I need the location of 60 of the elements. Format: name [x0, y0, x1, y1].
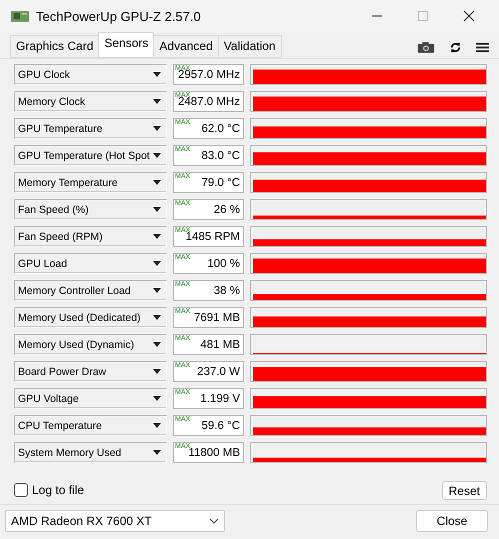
tab[interactable]: Sensors — [98, 32, 154, 57]
sensor-dropdown[interactable]: System Memory Used — [14, 442, 167, 463]
checkbox[interactable] — [14, 483, 28, 497]
dropdown-arrow-icon — [153, 369, 161, 374]
close-button[interactable]: Close — [416, 510, 488, 532]
sensor-dropdown[interactable]: GPU Clock — [14, 64, 167, 85]
sensor-dropdown[interactable]: GPU Load — [14, 253, 167, 274]
device-dropdown[interactable]: AMD Radeon RX 7600 XT — [5, 510, 225, 532]
dropdown-arrow-icon — [153, 72, 161, 77]
sensor-value: 481 MB — [200, 338, 240, 350]
sensor-dropdown[interactable]: Fan Speed (%) — [14, 199, 167, 220]
sensor-value: 237.0 W — [197, 366, 240, 378]
close-icon[interactable] — [463, 10, 475, 22]
sensor-dropdown[interactable]: Board Power Draw — [14, 361, 167, 382]
sensor-value: 62.0 °C — [202, 122, 240, 134]
sensor-dropdown[interactable]: GPU Temperature (Hot Spot — [14, 145, 167, 166]
dropdown-arrow-icon — [153, 180, 161, 185]
sensor-value: 26 % — [214, 204, 240, 216]
checkbox-label[interactable]: Log to file — [32, 483, 84, 497]
gpu-card-icon — [11, 10, 29, 22]
sensor-value: 59.6 °C — [202, 420, 240, 432]
sensor-value: 38 % — [214, 284, 240, 296]
chevron-icon — [209, 518, 219, 524]
sensor-value: 2487.0 MHz — [178, 96, 240, 108]
sensor-value: 83.0 °C — [202, 150, 240, 162]
dropdown-arrow-icon — [153, 450, 161, 455]
sensor-dropdown[interactable]: GPU Voltage — [14, 388, 167, 409]
dropdown-arrow-icon — [153, 99, 161, 104]
sensor-dropdown[interactable]: Memory Clock — [14, 91, 167, 112]
sensor-value: 100 % — [207, 258, 240, 270]
sensor-value: 79.0 °C — [202, 176, 240, 188]
dropdown-arrow-icon — [153, 288, 161, 293]
tab[interactable]: Graphics Card — [10, 35, 100, 57]
dropdown-arrow-icon — [153, 342, 161, 347]
sensor-dropdown[interactable]: Fan Speed (RPM) — [14, 226, 167, 247]
dropdown-arrow-icon — [153, 153, 161, 158]
sensor-value: 1485 RPM — [186, 230, 240, 242]
sensor-dropdown[interactable]: Memory Controller Load — [14, 280, 167, 301]
sensor-value: 11800 MB — [188, 446, 240, 458]
sensor-dropdown[interactable]: Memory Used (Dedicated) — [14, 307, 167, 328]
refresh-icon[interactable] — [449, 41, 462, 54]
dropdown-arrow-icon — [153, 126, 161, 131]
dropdown-arrow-icon — [153, 261, 161, 266]
window-title: TechPowerUp GPU-Z 2.57.0 — [36, 8, 201, 24]
sensor-value: 2957.0 MHz — [178, 68, 240, 80]
dropdown-arrow-icon — [153, 207, 161, 212]
tab[interactable]: Validation — [218, 35, 282, 57]
camera-icon[interactable] — [417, 41, 435, 54]
menu-icon[interactable] — [476, 42, 489, 53]
reset-button[interactable]: Reset — [442, 480, 487, 500]
dropdown-arrow-icon — [153, 315, 161, 320]
dropdown-arrow-icon — [153, 234, 161, 239]
sensor-dropdown[interactable]: GPU Temperature — [14, 118, 167, 139]
sensor-dropdown[interactable]: CPU Temperature — [14, 415, 167, 436]
dropdown-arrow-icon — [153, 396, 161, 401]
sensor-dropdown[interactable]: Memory Used (Dynamic) — [14, 334, 167, 355]
sensor-value: 1.199 V — [200, 392, 240, 404]
dropdown-arrow-icon — [153, 423, 161, 428]
sensor-value: 7691 MB — [194, 312, 240, 324]
sensor-dropdown[interactable]: Memory Temperature — [14, 172, 167, 193]
